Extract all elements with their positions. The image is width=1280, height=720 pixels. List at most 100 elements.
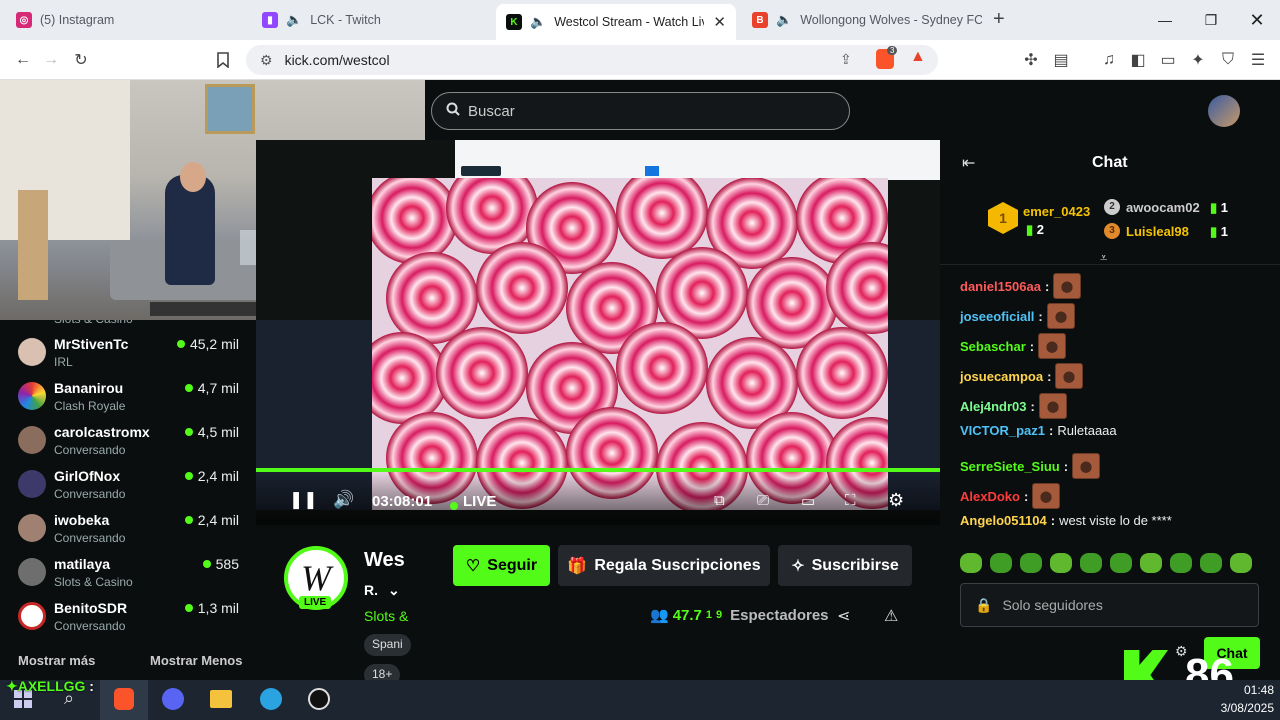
tag-language[interactable]: Spani <box>364 634 411 656</box>
quick-emote-icon[interactable] <box>1020 553 1042 573</box>
pause-icon[interactable]: ❚❚ <box>289 490 318 510</box>
quick-emote-icon[interactable] <box>1140 553 1162 573</box>
clip-icon[interactable]: ⎚ <box>757 492 769 509</box>
forward-icon[interactable]: → <box>40 50 62 70</box>
brave-taskbar-icon[interactable] <box>100 680 148 720</box>
volume-icon[interactable]: 🔊 <box>333 490 354 510</box>
quick-emote-icon[interactable] <box>1230 553 1252 573</box>
user-avatar[interactable] <box>1208 95 1240 127</box>
reader-icon[interactable]: ▤ <box>1050 50 1072 70</box>
rank-1-badge: 1 <box>988 202 1018 234</box>
sidebar-item-iwobeka[interactable]: iwobeka Conversando 2,4 mil <box>18 512 243 558</box>
close-tab-icon[interactable]: ✕ <box>713 13 726 31</box>
leo-ai-icon[interactable]: ✦ <box>1187 50 1209 70</box>
media-icon[interactable]: ♫ <box>1098 50 1120 70</box>
leaderboard-user[interactable]: Luisleal98 <box>1126 224 1189 239</box>
subscribe-button[interactable]: ✧ Suscribirse <box>778 545 912 586</box>
chat-message: Alej4ndr03: <box>960 393 1067 419</box>
chat-message-text: west viste lo de **** <box>1059 513 1172 528</box>
chat-username[interactable]: SerreSiete_Siuu <box>960 459 1060 474</box>
tab-twitch[interactable]: ▮ 🔈 LCK - Twitch <box>252 0 492 40</box>
channel-name: BenitoSDR <box>54 600 128 616</box>
address-bar[interactable]: ⚙ kick.com/westcol ⇪ 3 ▲ <box>246 45 938 75</box>
chat-username[interactable]: josuecampoa <box>960 369 1043 384</box>
share-icon[interactable]: ⇪ <box>840 51 852 68</box>
discord-taskbar-icon[interactable] <box>162 688 184 710</box>
keyboard <box>150 302 260 316</box>
tab-instagram[interactable]: ◎ (5) Instagram <box>6 0 246 40</box>
reload-icon[interactable]: ↻ <box>70 50 92 70</box>
quick-emote-icon[interactable] <box>1050 553 1072 573</box>
quick-emote-icon[interactable] <box>960 553 982 573</box>
avatar <box>18 602 46 630</box>
new-tab-button[interactable]: + <box>993 8 1005 31</box>
channel-name: Bananirou <box>54 380 124 396</box>
url-text: kick.com/westcol <box>284 52 390 68</box>
chat-username[interactable]: joseeoficiall <box>960 309 1034 324</box>
live-dot-icon <box>184 428 193 436</box>
obs-taskbar-icon[interactable] <box>308 688 330 710</box>
search-placeholder: Buscar <box>468 102 515 120</box>
show-less-link[interactable]: Mostrar Menos <box>150 653 242 668</box>
file-explorer-icon[interactable] <box>210 690 232 708</box>
show-more-link[interactable]: Mostrar más <box>18 653 95 668</box>
back-icon[interactable]: ← <box>12 50 34 70</box>
chat-username[interactable]: Sebaschar <box>960 339 1026 354</box>
fullscreen-icon[interactable]: ⛶ <box>845 492 856 509</box>
player-controls: ❚❚ 🔊 03:08:01 LIVE ⧉ ⎚ ▭ ⛶ ⚙ <box>256 472 940 525</box>
avatar <box>18 338 46 366</box>
close-window-icon[interactable]: ✕ <box>1234 0 1280 40</box>
bookmark-icon[interactable] <box>212 50 234 70</box>
extensions-icon[interactable]: ✣ <box>1020 50 1042 70</box>
report-warning-icon[interactable]: ⚠ <box>884 606 898 626</box>
search-input[interactable]: Buscar <box>431 92 850 130</box>
tab-title: LCK - Twitch <box>310 13 381 27</box>
viewer-count: 2,4 mil <box>184 468 239 484</box>
quick-emote-icon[interactable] <box>1080 553 1102 573</box>
share-icon[interactable]: ⋖ <box>837 606 850 626</box>
sidebar-item-benitosdr[interactable]: BenitoSDR Conversando 1,3 mil <box>18 600 243 646</box>
lock-icon: 🔒 <box>975 596 993 613</box>
divider <box>940 264 1280 265</box>
sidebar-item-carolcastromx[interactable]: carolcastromx Conversando 4,5 mil <box>18 424 243 470</box>
brave-rewards-icon[interactable]: ▲ <box>910 48 926 66</box>
chat-emote-icon <box>1032 483 1061 509</box>
quick-emote-icon[interactable] <box>990 553 1012 573</box>
chat-username[interactable]: AlexDoko <box>960 489 1020 504</box>
restore-icon[interactable]: ❐ <box>1188 0 1234 40</box>
site-info-icon[interactable]: ⚙ <box>260 52 273 69</box>
chat-username[interactable]: daniel1506aa <box>960 279 1041 294</box>
pip-icon[interactable]: ⧉ <box>714 492 725 509</box>
chat-username[interactable]: Alej4ndr03 <box>960 399 1026 414</box>
telegram-taskbar-icon[interactable] <box>260 688 282 710</box>
gift-subscriptions-button[interactable]: 🎁 Regala Suscripciones <box>558 545 770 586</box>
wallet-icon[interactable]: ▭ <box>1157 50 1179 70</box>
kick-icon: K <box>506 14 522 30</box>
chat-input[interactable]: 🔒 Solo seguidores <box>960 583 1259 627</box>
chevron-down-icon[interactable]: ⌄ <box>388 582 400 599</box>
leaderboard-user[interactable]: awoocam02 <box>1126 200 1200 215</box>
sidebar-item-matilaya[interactable]: matilaya Slots & Casino 585 <box>18 556 243 602</box>
video-player[interactable]: ❚❚ 🔊 03:08:01 LIVE ⧉ ⎚ ▭ ⛶ ⚙ <box>256 140 940 525</box>
quick-emote-icon[interactable] <box>1200 553 1222 573</box>
minimize-icon[interactable]: — <box>1142 0 1188 40</box>
leaderboard-user[interactable]: emer_0423 <box>1023 204 1090 219</box>
collapse-chat-icon[interactable]: ⇤ <box>962 153 975 173</box>
tab-kick-westcol[interactable]: K 🔈 Westcol Stream - Watch Live o ✕ <box>496 4 736 40</box>
quick-emote-icon[interactable] <box>1170 553 1192 573</box>
settings-gear-icon[interactable]: ⚙ <box>888 490 904 511</box>
channel-category[interactable]: Slots & <box>364 608 408 624</box>
quick-emote-icon[interactable] <box>1110 553 1132 573</box>
sidebar-toggle-icon[interactable]: ◧ <box>1127 50 1149 70</box>
sidebar-item-bananirou[interactable]: Bananirou Clash Royale 4,7 mil <box>18 380 243 426</box>
vpn-icon[interactable]: ⛉ <box>1217 50 1239 70</box>
menu-icon[interactable]: ☰ <box>1247 50 1269 70</box>
sidebar-item-mrstiventc[interactable]: MrStivenTc IRL 45,2 mil <box>18 336 243 382</box>
sidebar-item-girlofnox[interactable]: GirlOfNox Conversando 2,4 mil <box>18 468 243 514</box>
follow-button[interactable]: ♡ Seguir <box>453 545 550 586</box>
chat-username[interactable]: Angelo051104 <box>960 513 1047 528</box>
chat-username[interactable]: VICTOR_paz1 <box>960 423 1045 438</box>
leaderboard-count: ▮ 1 <box>1210 224 1229 239</box>
tab-brave[interactable]: B 🔈 Wollongong Wolves - Sydney FC <box>742 0 982 40</box>
theater-mode-icon[interactable]: ▭ <box>801 492 815 510</box>
